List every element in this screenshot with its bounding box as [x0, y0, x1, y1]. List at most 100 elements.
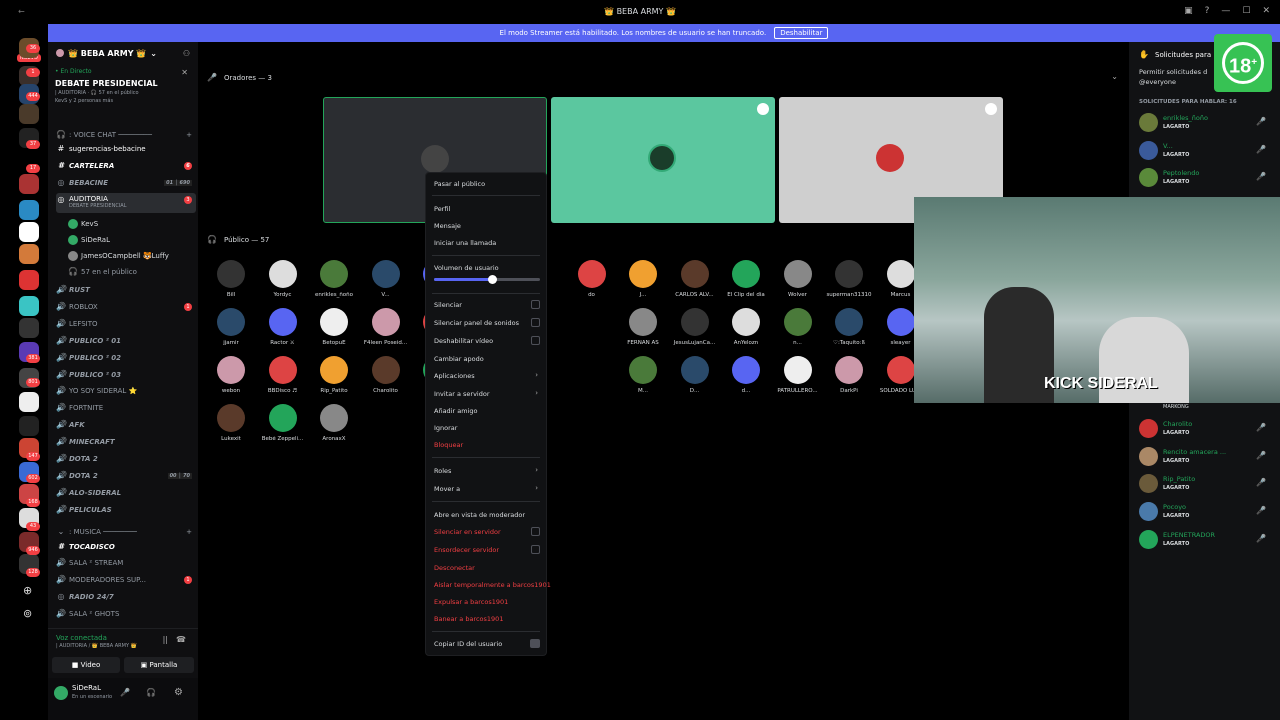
menu-server-mute[interactable]: Silenciar en servidor	[434, 527, 540, 536]
live-stage-card[interactable]: • En Directo DEBATE PRESIDENCIAL | AUDIT…	[48, 64, 198, 108]
add-server-icon[interactable]: ⊕	[23, 584, 32, 597]
channel-moderadores[interactable]: 🔊 MODERADORES SUP... 1	[56, 575, 196, 584]
audience-avatar[interactable]	[320, 404, 348, 432]
menu-server-deafen[interactable]: Ensordecer servidor	[434, 545, 540, 554]
server-icon[interactable]	[19, 392, 39, 412]
channel-publico-2[interactable]: 🔊 PUBLICO ² 02	[56, 353, 196, 362]
voice-user-kevs[interactable]: KevS	[68, 219, 208, 229]
audience-avatar[interactable]	[577, 260, 606, 288]
invite-to-speak-icon[interactable]: 🎤	[1256, 172, 1266, 181]
menu-roles[interactable]: Roles ›	[434, 466, 540, 475]
channel-sugerencias[interactable]: # sugerencias-bebacine	[56, 144, 196, 153]
checkbox[interactable]	[531, 545, 540, 554]
video-button[interactable]: ■ Video	[52, 657, 120, 673]
audience-avatar[interactable]	[320, 308, 348, 336]
minimize-icon[interactable]: —	[1221, 6, 1230, 16]
audience-avatar[interactable]	[886, 260, 915, 288]
menu-ignore[interactable]: Ignorar	[434, 424, 540, 432]
channel-roblox[interactable]: 🔊 ROBLOX 1	[56, 302, 196, 311]
server-icon[interactable]	[19, 222, 39, 242]
audience-avatar[interactable]	[680, 308, 709, 336]
audience-avatar[interactable]	[371, 356, 400, 384]
menu-block[interactable]: Bloquear	[434, 441, 540, 449]
menu-start-call[interactable]: Iniciar una llamada	[434, 239, 540, 247]
menu-copy-id[interactable]: Copiar ID del usuario	[434, 639, 540, 648]
channel-dota-2[interactable]: 🔊 DOTA 2 00 │ 70	[56, 471, 196, 480]
checkbox[interactable]	[531, 300, 540, 309]
server-icon[interactable]	[19, 318, 39, 338]
chevron-down-icon[interactable]: ⌄	[1111, 72, 1118, 81]
volume-slider[interactable]	[434, 275, 540, 284]
invite-to-speak-icon[interactable]: 🎤	[1256, 451, 1266, 460]
channel-lefsito[interactable]: 🔊 LEFSITO	[56, 319, 196, 328]
audience-avatar[interactable]	[835, 308, 863, 336]
server-icon[interactable]	[19, 104, 39, 124]
audience-avatar[interactable]	[629, 356, 657, 384]
stage-audience-count[interactable]: 🎧 57 en el público	[68, 267, 208, 276]
channel-tocadisco[interactable]: # TOCADISCO	[56, 542, 196, 551]
menu-moderator-view[interactable]: Abre en vista de moderador	[434, 511, 540, 519]
channel-yosoy-sideral[interactable]: 🔊 YO SOY SIDERAL ⭐	[56, 386, 196, 395]
audience-avatar[interactable]	[217, 356, 245, 384]
audience-avatar[interactable]	[268, 308, 297, 336]
close-icon[interactable]: ✕	[1262, 6, 1270, 16]
menu-profile[interactable]: Perfil	[434, 205, 540, 213]
audience-avatar[interactable]	[886, 308, 915, 336]
channel-minecraft[interactable]: 🔊 MINECRAFT	[56, 437, 196, 446]
audience-avatar[interactable]	[783, 308, 812, 336]
audience-avatar[interactable]	[732, 308, 760, 336]
audience-avatar[interactable]	[268, 404, 297, 432]
audience-avatar[interactable]	[371, 260, 400, 288]
server-icon[interactable]	[19, 270, 39, 290]
audience-avatar[interactable]	[371, 308, 400, 336]
audience-avatar[interactable]	[732, 356, 760, 384]
menu-move-to[interactable]: Mover a ›	[434, 484, 540, 493]
channel-rust[interactable]: 🔊 RUST	[56, 285, 196, 294]
audience-avatar[interactable]	[217, 404, 245, 432]
add-icon[interactable]: +	[186, 131, 192, 139]
inbox-icon[interactable]: ▣	[1184, 6, 1193, 16]
server-icon[interactable]	[19, 200, 39, 220]
channel-radio[interactable]: ◎ RADIO 24/7	[56, 592, 196, 601]
server-icon[interactable]	[19, 244, 39, 264]
audience-avatar[interactable]	[320, 260, 348, 288]
gear-icon[interactable]: ⚙	[174, 687, 183, 698]
disable-streamer-button[interactable]: Deshabilitar	[774, 27, 829, 39]
checkbox[interactable]	[531, 336, 540, 345]
menu-move-to-audience[interactable]: Pasar al público	[434, 180, 540, 188]
menu-message[interactable]: Mensaje	[434, 222, 540, 230]
audience-avatar[interactable]	[268, 260, 297, 288]
audience-avatar[interactable]	[268, 356, 297, 384]
audience-avatar[interactable]	[320, 356, 348, 384]
audience-avatar[interactable]	[629, 308, 657, 336]
channel-publico-3[interactable]: 🔊 PUBLICO ² 03	[56, 370, 196, 379]
audience-avatar[interactable]	[783, 260, 812, 288]
channel-sala-ghots[interactable]: 🔊 SALA ² GHOTS	[56, 609, 196, 618]
menu-kick[interactable]: Expulsar a barcos1901	[434, 598, 540, 606]
audience-avatar[interactable]	[680, 260, 709, 288]
checkbox[interactable]	[531, 318, 540, 327]
user-avatar[interactable]	[54, 686, 68, 700]
close-icon[interactable]: ✕	[181, 68, 188, 77]
audience-avatar[interactable]	[835, 356, 863, 384]
invite-to-speak-icon[interactable]: 🎤	[1256, 117, 1266, 126]
help-icon[interactable]: ?	[1205, 6, 1210, 16]
audience-avatar[interactable]	[680, 356, 709, 384]
invite-to-speak-icon[interactable]: 🎤	[1256, 145, 1266, 154]
channel-auditoria[interactable]: ◎ AUDITORIA DEBATE PRESIDENCIAL 3	[56, 193, 196, 213]
category-voice-chat[interactable]: 🎧: VOICE CHAT ──────── +	[56, 130, 196, 139]
invite-to-speak-icon[interactable]: 🎤	[1256, 534, 1266, 543]
audience-avatar[interactable]	[732, 260, 760, 288]
menu-disconnect[interactable]: Desconectar	[434, 564, 540, 572]
maximize-icon[interactable]: ☐	[1242, 6, 1250, 16]
menu-change-nickname[interactable]: Cambiar apodo	[434, 355, 540, 363]
invite-to-speak-icon[interactable]: 🎤	[1256, 423, 1266, 432]
sound-wave-icon[interactable]: ||	[163, 635, 168, 644]
server-icon[interactable]	[19, 296, 39, 316]
channel-afk[interactable]: 🔊 AFK	[56, 420, 196, 429]
channel-dota-1[interactable]: 🔊 DOTA 2	[56, 454, 196, 463]
voice-user-sideral[interactable]: SiDeRaL	[68, 235, 208, 245]
invite-to-speak-icon[interactable]: 🎤	[1256, 478, 1266, 487]
channel-bebacine[interactable]: ◎ BEBACINE 01 │ 690	[56, 178, 196, 187]
audience-avatar[interactable]	[783, 356, 812, 384]
